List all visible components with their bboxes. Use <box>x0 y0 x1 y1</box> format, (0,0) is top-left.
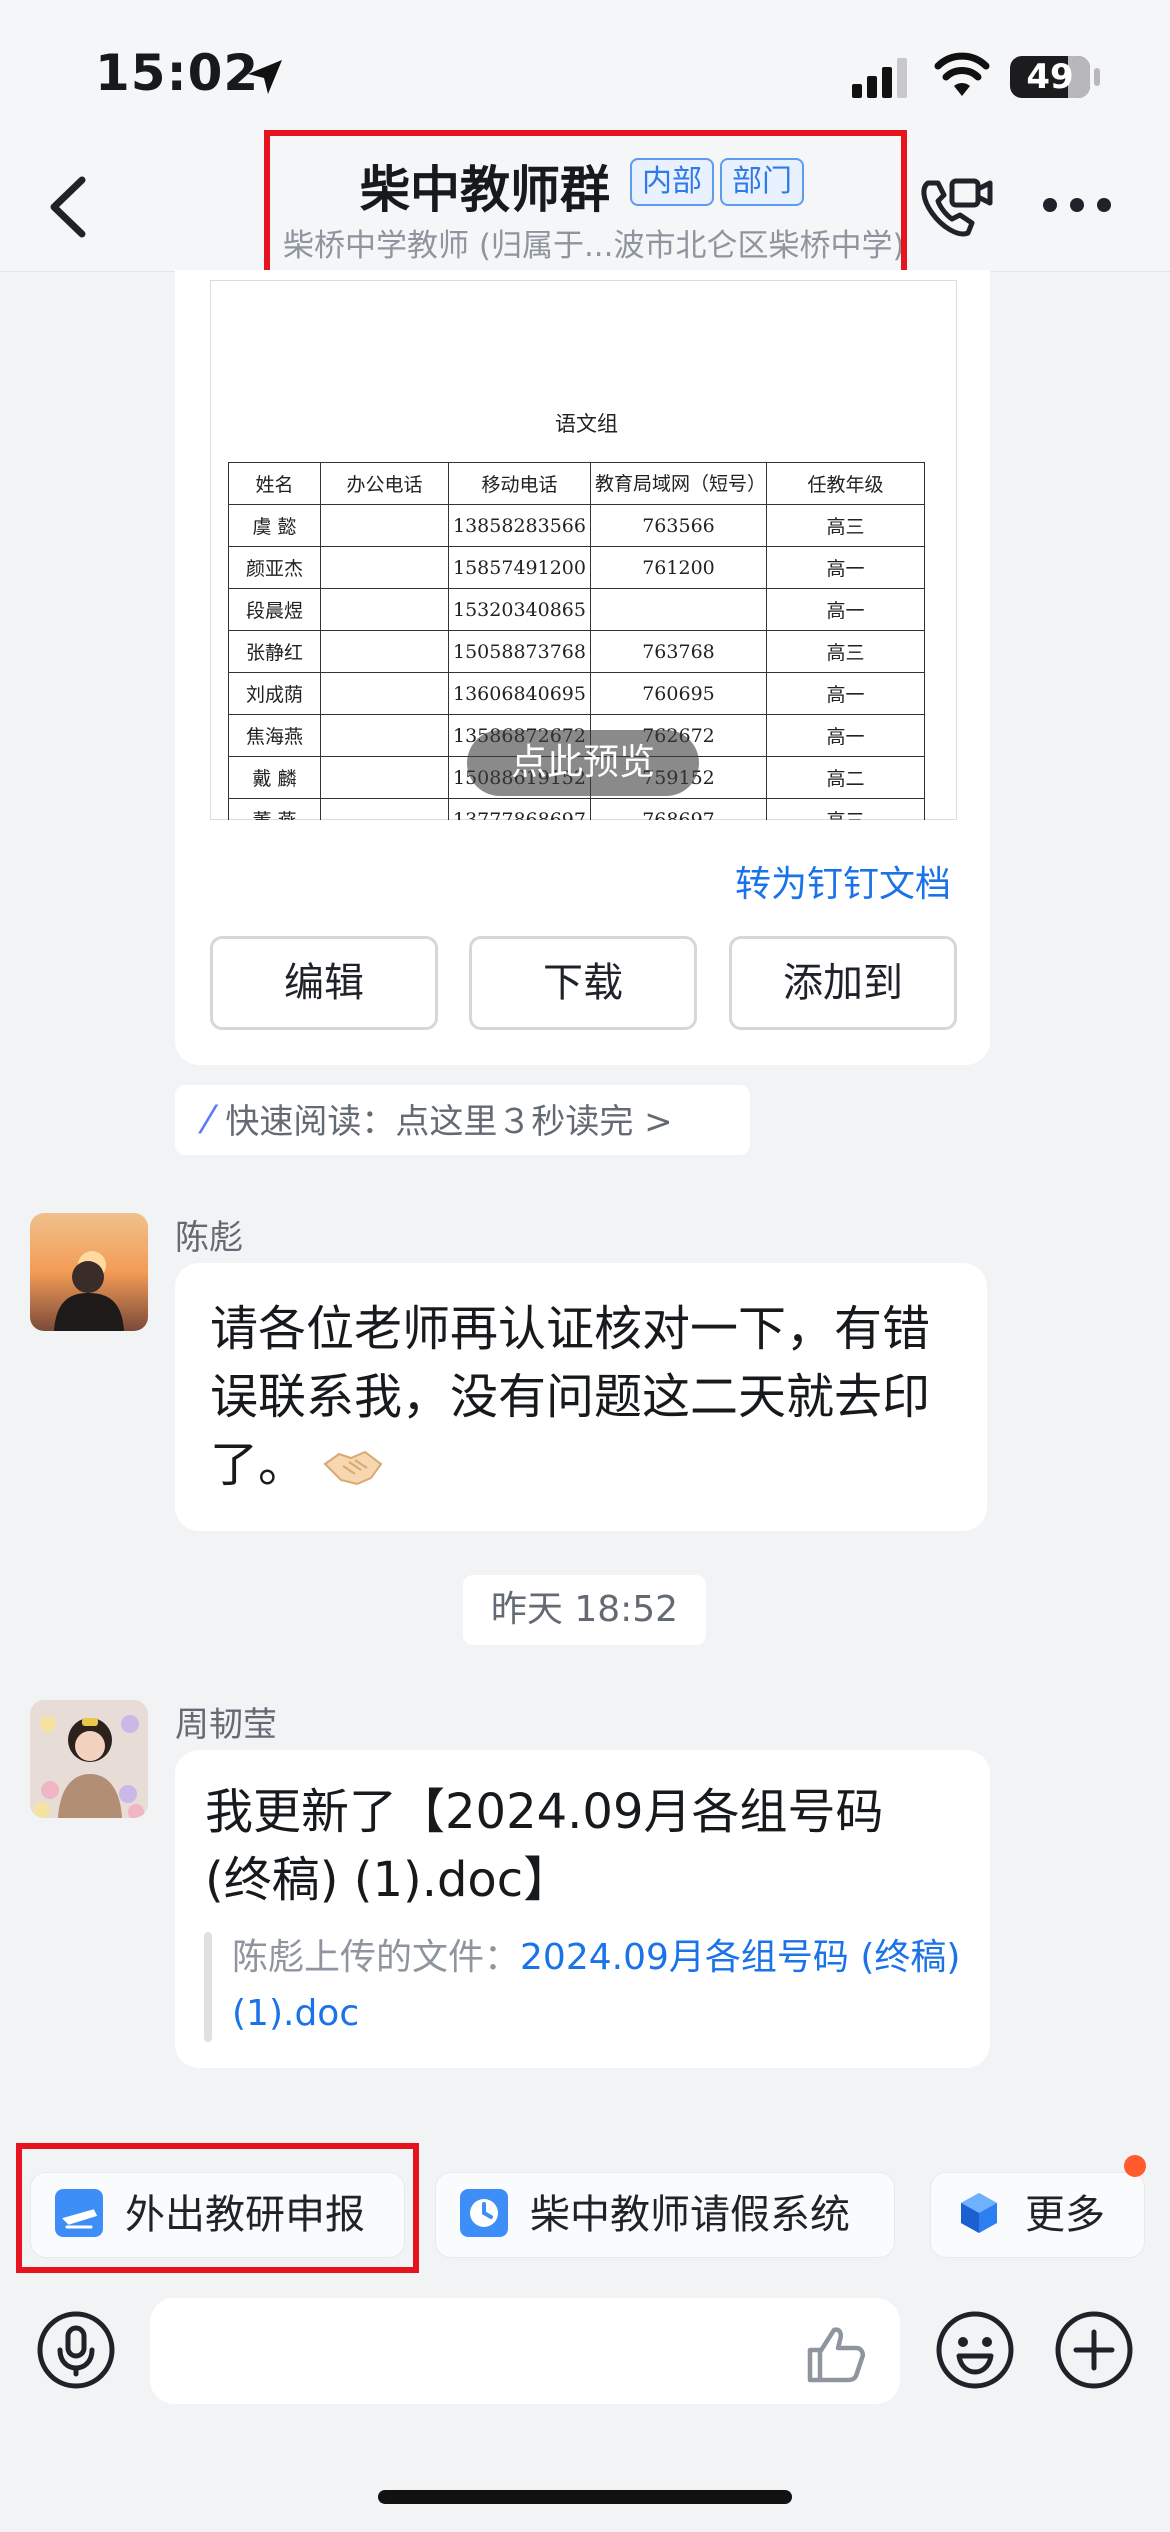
table-cell: 高一 <box>765 672 925 715</box>
quick-read-banner[interactable]: ⁄ 快速阅读：点这里３秒读完 > <box>175 1085 750 1155</box>
table-cell: 戴 麟 <box>228 756 321 799</box>
table-cell: 高三 <box>765 504 925 547</box>
more-options-icon[interactable] <box>1040 180 1114 230</box>
table-cell: 13858283566 <box>448 504 591 547</box>
table-cell: 张静红 <box>228 630 321 673</box>
table-header-row: 姓名 办公电话 移动电话 教育局域网（短号） 任教年级 <box>228 462 925 505</box>
table-header-cell: 任教年级 <box>765 462 925 505</box>
table-cell <box>320 588 449 631</box>
table-cell <box>589 588 767 631</box>
table-row: 虞 懿 13858283566 763566 高三 <box>228 504 925 547</box>
table-row: 刘成荫 13606840695 760695 高一 <box>228 672 925 715</box>
table-row: 颜亚杰 15857491200 761200 高一 <box>228 546 925 589</box>
avatar[interactable] <box>30 1213 148 1331</box>
location-icon <box>248 60 282 94</box>
message-input[interactable] <box>150 2298 900 2404</box>
wifi-icon <box>934 52 990 96</box>
quote-bar <box>204 1932 212 2042</box>
table-cell <box>320 756 449 799</box>
battery-cap <box>1094 68 1100 86</box>
home-indicator <box>378 2490 792 2504</box>
message-text: 我更新了【2024.09月各组号码 (终稿) (1).doc】 <box>205 1784 884 1908</box>
table-cell: 760695 <box>589 672 767 715</box>
avatar[interactable] <box>30 1700 148 1818</box>
table-cell: 高一 <box>765 588 925 631</box>
table-cell: 15320340865 <box>448 588 591 631</box>
table-cell: 虞 懿 <box>228 504 321 547</box>
table-cell <box>320 546 449 589</box>
preview-button[interactable]: 点此预览 <box>467 730 699 796</box>
add-icon[interactable] <box>1054 2310 1134 2390</box>
table-cell: 段晨煜 <box>228 588 321 631</box>
cube-icon <box>961 2193 997 2233</box>
thumbs-up-icon[interactable] <box>800 2318 870 2388</box>
table-header-cell: 移动电话 <box>448 462 591 505</box>
table-cell <box>320 714 449 757</box>
table-header-cell: 教育局域网（短号） <box>589 462 767 505</box>
back-icon[interactable] <box>40 172 100 242</box>
table-cell <box>320 630 449 673</box>
cellular-signal-icon <box>852 58 907 98</box>
table-header-cell: 办公电话 <box>320 462 449 505</box>
table-cell <box>320 504 449 547</box>
table-cell: 高三 <box>765 630 925 673</box>
table-cell: 763566 <box>589 504 767 547</box>
edit-button[interactable]: 编辑 <box>210 936 438 1030</box>
sender-name: 周韧莹 <box>175 1705 277 1745</box>
battery-indicator: 49 <box>1010 56 1090 98</box>
notification-dot <box>1124 2155 1146 2177</box>
table-row: 段晨煜 15320340865 高一 <box>228 588 925 631</box>
convert-to-dingtalk-doc-link[interactable]: 转为钉钉文档 <box>735 855 951 907</box>
table-cell: 焦海燕 <box>228 714 321 757</box>
table-cell: 13606840695 <box>448 672 591 715</box>
clock-icon <box>460 2189 508 2237</box>
quick-read-label: 快速阅读：点这里３秒读完 > <box>225 1102 673 1142</box>
table-cell: 763768 <box>589 630 767 673</box>
doc-heading: 语文组 <box>555 412 618 436</box>
quick-action-label: 柴中教师请假系统 <box>530 2192 850 2238</box>
table-row: 张静红 15058873768 763768 高三 <box>228 630 925 673</box>
quick-action-label: 更多 <box>1025 2192 1105 2238</box>
status-time: 15:02 <box>95 44 260 102</box>
download-button[interactable]: 下载 <box>469 936 697 1030</box>
quoted-file: 陈彪上传的文件：2024.09月各组号码 (终稿) (1).doc <box>232 1930 962 2042</box>
message-text-content: 请各位老师再认证核对一下，有错误联系我，没有问题这二天就去印了。 <box>210 1301 931 1493</box>
timestamp: 昨天 18:52 <box>463 1575 706 1645</box>
table-cell: 高二 <box>765 756 925 799</box>
quote-prefix: 陈彪上传的文件： <box>232 1937 521 1978</box>
video-call-icon[interactable] <box>918 175 994 241</box>
table-cell: 15058873768 <box>448 630 591 673</box>
quick-action-more[interactable]: 更多 <box>930 2172 1145 2258</box>
table-cell: 颜亚杰 <box>228 546 321 589</box>
quick-action-highlight-box <box>16 2143 419 2273</box>
table-cell: 761200 <box>589 546 767 589</box>
quick-action-leave-system[interactable]: 柴中教师请假系统 <box>435 2172 895 2258</box>
sender-name: 陈彪 <box>175 1218 243 1258</box>
preview-clip-mask <box>210 820 990 850</box>
table-cell: 刘成荫 <box>228 672 321 715</box>
emoji-icon[interactable] <box>935 2310 1015 2390</box>
title-highlight-box <box>264 130 907 278</box>
battery-level: 49 <box>1026 57 1074 97</box>
handshake-emoji-icon <box>323 1450 383 1486</box>
table-cell: 高一 <box>765 714 925 757</box>
table-header-cell: 姓名 <box>228 462 321 505</box>
table-cell: 高一 <box>765 546 925 589</box>
table-cell <box>320 672 449 715</box>
microphone-icon[interactable] <box>36 2310 116 2390</box>
magic-wand-icon: ⁄ <box>205 1098 212 1142</box>
add-to-button[interactable]: 添加到 <box>729 936 957 1030</box>
table-cell: 15857491200 <box>448 546 591 589</box>
message-text: 请各位老师再认证核对一下，有错误联系我，没有问题这二天就去印了。 <box>210 1295 955 1499</box>
